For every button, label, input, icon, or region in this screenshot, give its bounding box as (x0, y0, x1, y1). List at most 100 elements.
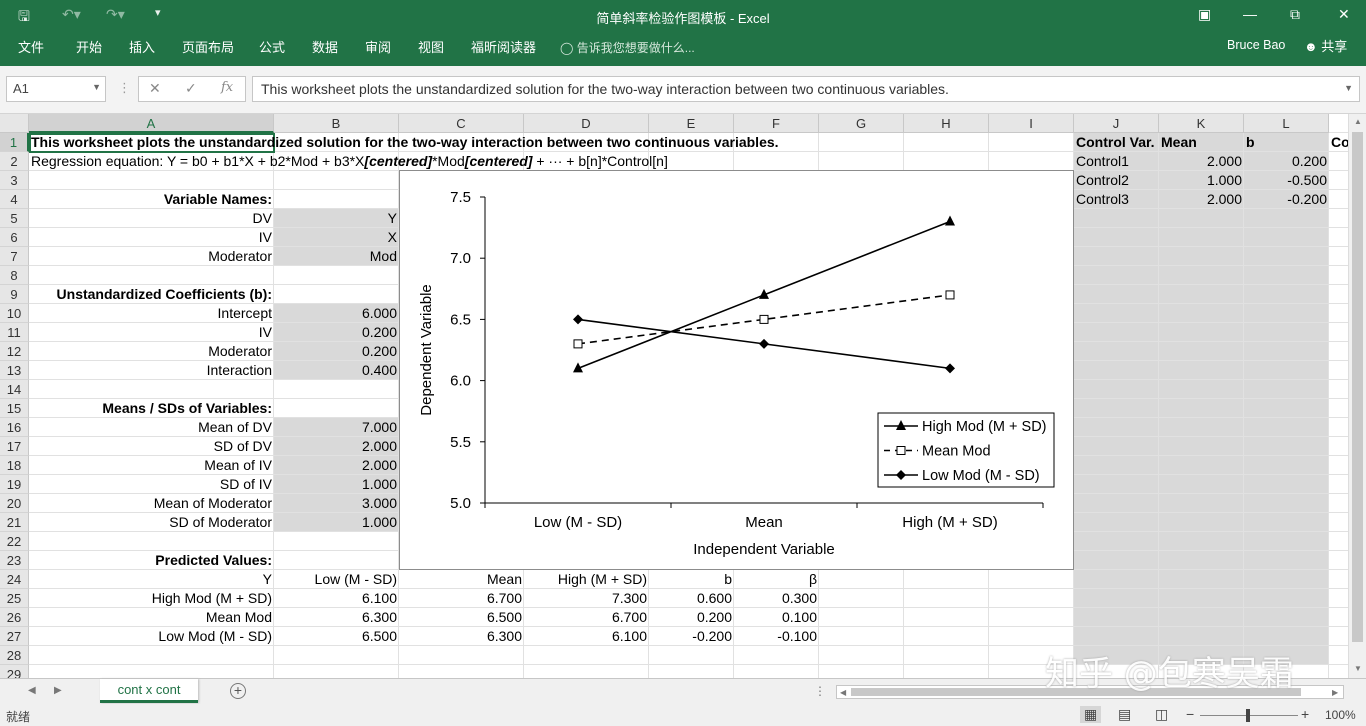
ribbon-display-icon[interactable]: ▣ (1198, 6, 1211, 23)
row-header-25[interactable]: 25 (0, 589, 29, 608)
add-sheet-icon[interactable]: + (230, 683, 246, 699)
cell-a24: Y (262, 571, 272, 587)
column-header-f[interactable]: F (734, 114, 819, 133)
column-header-b[interactable]: B (274, 114, 399, 133)
prev-sheet-icon[interactable]: ◀ (28, 685, 36, 696)
column-header-c[interactable]: C (399, 114, 524, 133)
row-header-15[interactable]: 15 (0, 399, 29, 418)
row-header-20[interactable]: 20 (0, 494, 29, 513)
column-header-i[interactable]: I (989, 114, 1074, 133)
interaction-chart[interactable]: 5.0 5.5 6.0 6.5 7.0 7.5 Low (M - SD) Mean High (… (399, 170, 1074, 570)
cancel-icon[interactable]: ✕ (149, 80, 161, 97)
user-name[interactable]: Bruce Bao (1227, 38, 1285, 52)
row-header-14[interactable]: 14 (0, 380, 29, 399)
row-header-1[interactable]: 1 (0, 133, 29, 152)
scroll-down-icon[interactable]: ▼ (1354, 664, 1362, 673)
zoom-slider-thumb[interactable] (1246, 709, 1250, 722)
close-button[interactable]: ✕ (1338, 6, 1350, 23)
next-sheet-icon[interactable]: ▶ (54, 685, 62, 696)
sheet-split-icon[interactable]: ⋮ (814, 684, 826, 698)
normal-view-icon[interactable]: ▦ (1080, 706, 1102, 723)
row-header-8[interactable]: 8 (0, 266, 29, 285)
name-box[interactable]: A1 ▼ (6, 76, 106, 102)
column-header-e[interactable]: E (649, 114, 734, 133)
column-header-h[interactable]: H (904, 114, 989, 133)
zoom-level[interactable]: 100% (1325, 708, 1356, 722)
cell-a27: Low Mod (M - SD) (158, 628, 272, 644)
column-header-j[interactable]: J (1074, 114, 1159, 133)
row-header-19[interactable]: 19 (0, 475, 29, 494)
row-header-2[interactable]: 2 (0, 152, 29, 171)
row-header-4[interactable]: 4 (0, 190, 29, 209)
zoom-out-icon[interactable]: − (1186, 706, 1194, 722)
y-tick-label: 6.0 (450, 373, 471, 390)
minimize-button[interactable]: — (1243, 6, 1257, 22)
tab-home[interactable]: 开始 (72, 37, 106, 56)
cell-j4: Control3 (1076, 191, 1129, 207)
scroll-up-icon[interactable]: ▲ (1354, 117, 1362, 126)
status-ready: 就绪 (6, 710, 31, 724)
row-header-22[interactable]: 22 (0, 532, 29, 551)
cell-f26: 0.100 (781, 609, 817, 625)
cell-m1: Co (1331, 134, 1348, 150)
row-header-29[interactable]: 29 (0, 665, 29, 678)
row-header-28[interactable]: 28 (0, 646, 29, 665)
x-tick-label: Mean (745, 514, 783, 531)
column-header-l[interactable]: L (1244, 114, 1329, 133)
page-layout-view-icon[interactable]: ▤ (1118, 706, 1131, 723)
tab-page-layout[interactable]: 页面布局 (178, 37, 238, 56)
row-header-3[interactable]: 3 (0, 171, 29, 190)
row-header-10[interactable]: 10 (0, 304, 29, 323)
row-header-21[interactable]: 21 (0, 513, 29, 532)
enter-icon[interactable]: ✓ (185, 80, 197, 97)
cell-b26: 6.300 (361, 609, 397, 625)
row-header-16[interactable]: 16 (0, 418, 29, 437)
sheet-tab-active[interactable]: cont x cont (100, 679, 198, 703)
share-button[interactable]: ☻ 共享 (1304, 36, 1347, 55)
tab-review[interactable]: 审阅 (361, 37, 395, 56)
tab-formulas[interactable]: 公式 (255, 37, 289, 56)
row-header-18[interactable]: 18 (0, 456, 29, 475)
cell-c27: 6.300 (486, 628, 522, 644)
vertical-scrollbar[interactable]: ▲ ▼ (1348, 114, 1366, 678)
chevron-down-icon[interactable]: ▼ (92, 82, 101, 92)
insert-function-icon[interactable]: fx (221, 80, 233, 95)
formula-input[interactable]: This worksheet plots the unstandardized … (252, 76, 1360, 102)
restore-button[interactable]: ⧉ (1290, 6, 1300, 23)
column-header-k[interactable]: K (1159, 114, 1244, 133)
tab-foxit[interactable]: 福昕阅读器 (467, 37, 540, 56)
tab-view[interactable]: 视图 (414, 37, 448, 56)
row-header-7[interactable]: 7 (0, 247, 29, 266)
cell-b13: 0.400 (361, 362, 397, 378)
row-header-23[interactable]: 23 (0, 551, 29, 570)
zoom-in-icon[interactable]: + (1301, 706, 1309, 722)
cell-a17: SD of DV (213, 438, 272, 454)
cell-b10: 6.000 (361, 305, 397, 321)
row-header-17[interactable]: 17 (0, 437, 29, 456)
scroll-left-icon[interactable]: ◀ (840, 688, 846, 697)
expand-formula-icon[interactable]: ▼ (1344, 83, 1353, 93)
row-header-12[interactable]: 12 (0, 342, 29, 361)
row-header-9[interactable]: 9 (0, 285, 29, 304)
scroll-right-icon[interactable]: ▶ (1332, 688, 1338, 697)
row-header-24[interactable]: 24 (0, 570, 29, 589)
tab-data[interactable]: 数据 (308, 37, 342, 56)
row-header-5[interactable]: 5 (0, 209, 29, 228)
tab-file[interactable]: 文件 (14, 37, 48, 56)
vertical-scroll-thumb[interactable] (1352, 132, 1363, 642)
row-header-27[interactable]: 27 (0, 627, 29, 646)
column-header-d[interactable]: D (524, 114, 649, 133)
tab-insert[interactable]: 插入 (125, 37, 159, 56)
tell-me-search[interactable]: ◯ 告诉我您想要做什么... (560, 39, 695, 56)
cell-a16: Mean of DV (198, 419, 272, 435)
row-header-13[interactable]: 13 (0, 361, 29, 380)
select-all-corner[interactable] (0, 114, 29, 133)
watermark: 知乎 @包寒吴霜 (1045, 654, 1294, 694)
row-header-26[interactable]: 26 (0, 608, 29, 627)
row-header-6[interactable]: 6 (0, 228, 29, 247)
column-header-a[interactable]: A (29, 114, 274, 133)
cell-b7: Mod (369, 248, 397, 264)
column-header-g[interactable]: G (819, 114, 904, 133)
page-break-view-icon[interactable]: ◫ (1155, 706, 1168, 723)
row-header-11[interactable]: 11 (0, 323, 29, 342)
